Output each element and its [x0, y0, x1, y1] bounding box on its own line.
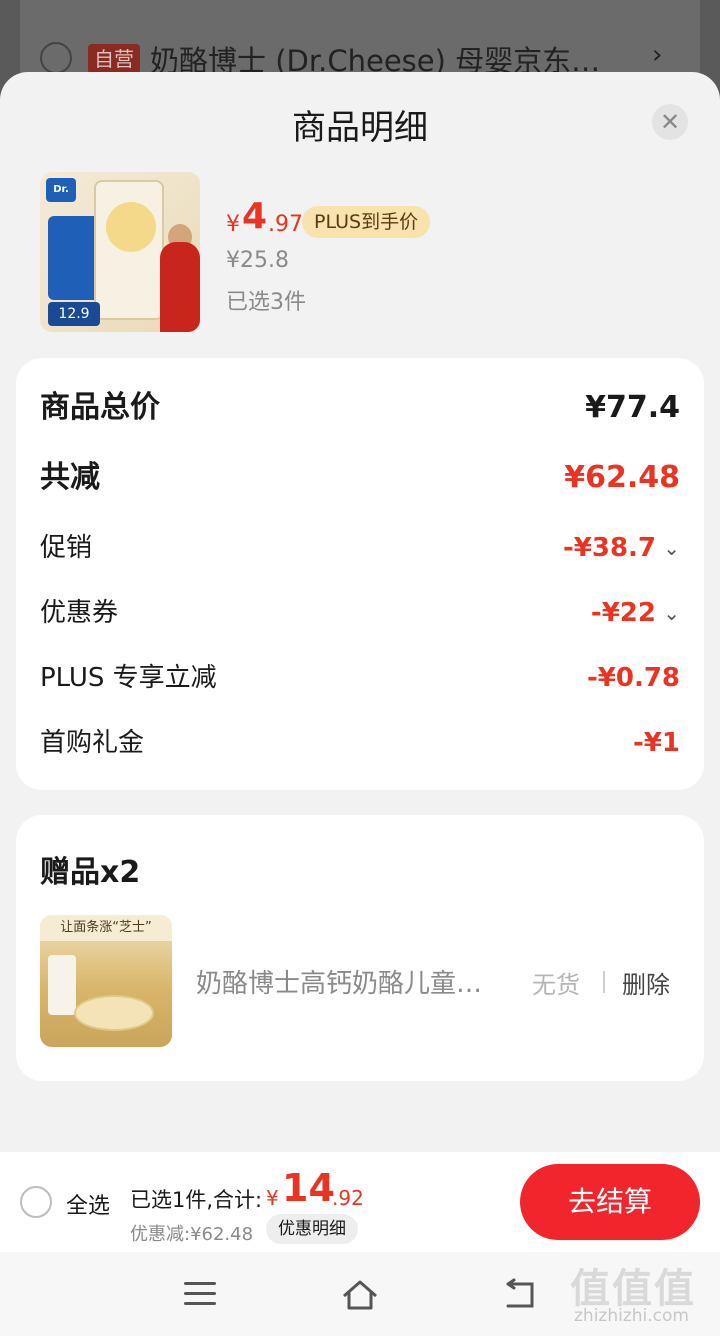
- discount-detail-button[interactable]: 优惠明细: [266, 1214, 358, 1244]
- total-price-value: ¥77.4: [585, 390, 680, 425]
- chevron-down-icon[interactable]: ⌄: [663, 593, 680, 633]
- home-icon[interactable]: [340, 1278, 380, 1312]
- total-currency: ¥: [266, 1186, 279, 1210]
- gift-pack-graphic: [48, 955, 76, 1015]
- select-all-checkbox[interactable]: [20, 1186, 52, 1218]
- total-integer: 14: [282, 1166, 335, 1210]
- close-icon[interactable]: ✕: [652, 104, 688, 140]
- total-discount-label: 共减: [40, 460, 100, 495]
- discount-text: 优惠减:¥62.48: [130, 1224, 254, 1245]
- image-price-label: 12.9: [48, 302, 100, 326]
- select-all-label[interactable]: 全选: [66, 1188, 110, 1220]
- checkout-bar: 全选 已选1件,合计: ¥ 14 .92 优惠减:¥62.48 优惠明细 去结算: [0, 1152, 720, 1252]
- promotion-label: 促销: [40, 533, 93, 563]
- first-purchase-gift-value: -¥1: [633, 728, 680, 758]
- gift-image-caption: 让面条涨“芝士”: [40, 915, 172, 941]
- chevron-right-icon: ›: [652, 40, 663, 70]
- plus-price-badge: PLUS到手价: [302, 206, 431, 238]
- gift-card: 赠品x2 让面条涨“芝士” 奶酪博士高钙奶酪儿童… 无货 删除: [16, 815, 704, 1081]
- person-graphic: [160, 242, 200, 332]
- gift-stock-status: 无货: [532, 971, 580, 999]
- total-discount-value: ¥62.48: [564, 460, 680, 495]
- promotion-row[interactable]: 促销 -¥38.7 ⌄: [40, 528, 680, 568]
- total-price-label: 商品总价: [40, 390, 160, 425]
- first-purchase-gift-row: 首购礼金 -¥1: [40, 723, 680, 763]
- gift-image[interactable]: 让面条涨“芝士”: [40, 915, 172, 1047]
- brand-logo: Dr.: [46, 178, 76, 202]
- background-row-checkbox: [40, 42, 72, 74]
- chevron-down-icon[interactable]: ⌄: [663, 528, 680, 568]
- total-decimal: .92: [332, 1186, 364, 1210]
- selected-count: 已选3件: [226, 290, 306, 315]
- price-integer: 4: [242, 196, 268, 237]
- total-discount-row: 共减 ¥62.48: [40, 458, 680, 498]
- total-price-row: 商品总价 ¥77.4: [40, 388, 680, 428]
- menu-icon[interactable]: [184, 1282, 216, 1306]
- gift-title: 赠品x2: [40, 855, 141, 890]
- coupon-value: -¥22: [590, 598, 656, 628]
- plus-discount-label: PLUS 专享立减: [40, 663, 217, 693]
- checkout-button[interactable]: 去结算: [520, 1164, 700, 1240]
- sheet-title: 商品明细: [292, 108, 428, 148]
- first-purchase-gift-label: 首购礼金: [40, 728, 145, 758]
- plus-discount-row: PLUS 专享立减 -¥0.78: [40, 658, 680, 698]
- product-image[interactable]: Dr. 12.9: [40, 172, 200, 332]
- cheese-graphic: [106, 202, 156, 252]
- price-currency: ¥: [226, 212, 240, 237]
- coupon-label: 优惠券: [40, 598, 119, 628]
- back-icon[interactable]: [500, 1278, 540, 1312]
- promotion-value: -¥38.7: [562, 533, 656, 563]
- divider: [603, 971, 605, 993]
- plus-discount-value: -¥0.78: [586, 663, 680, 693]
- delete-gift-button[interactable]: 删除: [622, 965, 670, 1000]
- product-detail-sheet: 商品明细 ✕ Dr. 12.9 ¥ 4 .97 PLUS到手价 ¥25.8 已选…: [0, 72, 720, 1336]
- self-operated-tag: 自营: [88, 44, 140, 74]
- coupon-row[interactable]: 优惠券 -¥22 ⌄: [40, 593, 680, 633]
- watermark-url: zhizhizhi.com: [574, 1306, 689, 1326]
- gift-plate-graphic: [74, 995, 154, 1031]
- summary-text: 已选1件,合计:: [130, 1188, 263, 1212]
- product-box-graphic: [48, 216, 100, 300]
- price-summary-card: 商品总价 ¥77.4 共减 ¥62.48 促销 -¥38.7 ⌄ 优惠券 -¥2…: [16, 358, 704, 790]
- gift-name[interactable]: 奶酪博士高钙奶酪儿童…: [196, 963, 516, 1000]
- price-decimal: .97: [268, 212, 303, 237]
- original-price: ¥25.8: [226, 248, 289, 273]
- site-watermark: 值值值 zhizhizhi.com: [566, 1256, 716, 1332]
